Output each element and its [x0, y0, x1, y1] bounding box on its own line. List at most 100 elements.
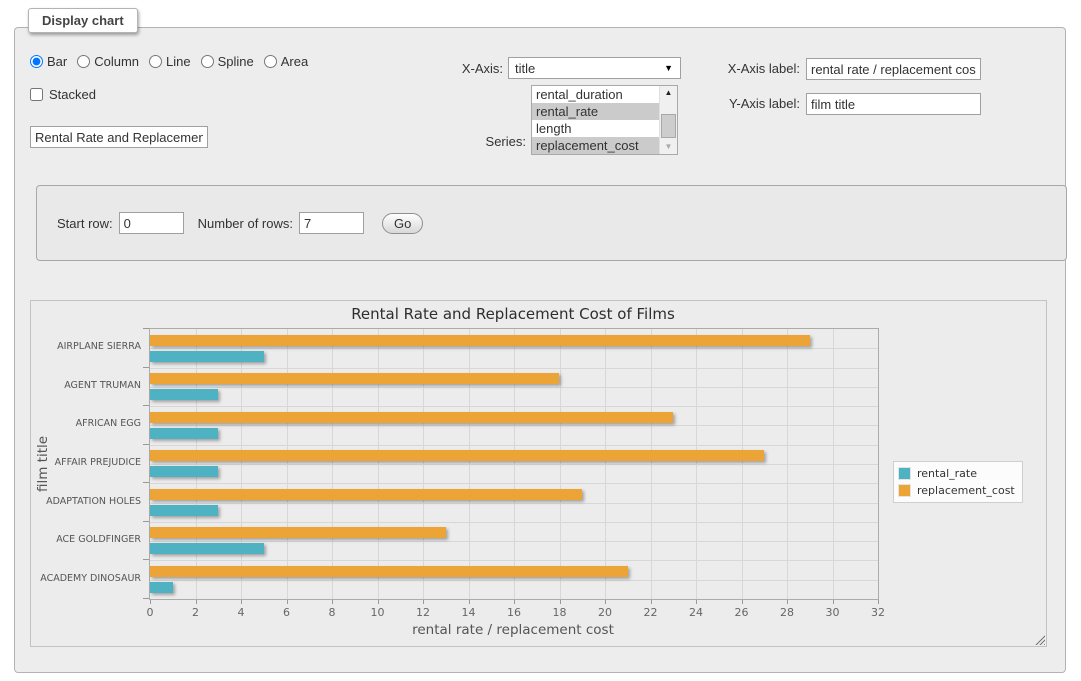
horizontal-gridline: [150, 406, 878, 407]
y-axis-tick: [143, 328, 149, 329]
horizontal-gridline: [150, 368, 878, 369]
series-select-label: Series:: [426, 133, 526, 150]
chart-type-option-spline[interactable]: Spline: [201, 54, 254, 69]
series-multiselect[interactable]: rental_durationrental_ratelengthreplacem…: [531, 85, 678, 155]
series-options-container: rental_durationrental_ratelengthreplacem…: [532, 86, 677, 154]
chart-type-radio-bar[interactable]: [30, 55, 43, 68]
x-axis-tick-label: 18: [553, 606, 567, 619]
y-axis-label-caption: Y-Axis label:: [705, 92, 800, 116]
horizontal-gridline: [150, 503, 878, 504]
x-axis-tick-label: 32: [871, 606, 885, 619]
bar-replacement_cost: [150, 373, 559, 384]
x-axis-selected-value: title: [515, 61, 535, 76]
x-axis-tick-label: 12: [416, 606, 430, 619]
y-axis-tick: [143, 367, 149, 368]
x-axis-select[interactable]: title ▼: [508, 57, 681, 79]
x-axis-tick: [651, 600, 652, 604]
x-axis-tick: [423, 600, 424, 604]
x-axis-tick-label: 24: [689, 606, 703, 619]
chart-plot-area: [149, 328, 879, 600]
y-axis-tick: [143, 482, 149, 483]
x-axis-tick: [196, 600, 197, 604]
x-axis-tick-label: 10: [371, 606, 385, 619]
category-label: ACADEMY DINOSAUR: [40, 573, 141, 585]
x-axis-tick: [287, 600, 288, 604]
series-option-rental_duration[interactable]: rental_duration: [532, 86, 660, 103]
x-axis-tick: [378, 600, 379, 604]
fieldset-legend: Display chart: [28, 8, 138, 33]
start-row-input[interactable]: [119, 212, 184, 234]
scroll-up-icon[interactable]: ▲: [660, 86, 677, 100]
y-axis-tick: [143, 598, 149, 599]
chart-type-option-line[interactable]: Line: [149, 54, 191, 69]
legend-item-replacement_cost: replacement_cost: [898, 482, 1015, 499]
series-option-length[interactable]: length: [532, 120, 660, 137]
stacked-checkbox[interactable]: [30, 88, 43, 101]
y-axis-label-input[interactable]: [806, 93, 981, 115]
horizontal-gridline: [150, 348, 878, 349]
category-label: AFRICAN EGG: [76, 418, 141, 430]
bar-rental_rate: [150, 466, 218, 477]
legend-item-rental_rate: rental_rate: [898, 465, 1015, 482]
x-axis-tick: [332, 600, 333, 604]
go-button[interactable]: Go: [382, 213, 423, 234]
legend-swatch: [898, 467, 911, 480]
series-scrollbar[interactable]: ▲ ▼: [659, 86, 677, 154]
scrollbar-thumb[interactable]: [661, 114, 676, 138]
chart-title-input[interactable]: [30, 126, 208, 148]
x-axis-tick-label: 0: [147, 606, 154, 619]
horizontal-gridline: [150, 464, 878, 465]
chart-type-option-bar[interactable]: Bar: [30, 54, 67, 69]
bar-replacement_cost: [150, 335, 810, 346]
stacked-checkbox-row[interactable]: Stacked: [30, 87, 96, 102]
series-option-replacement_cost[interactable]: replacement_cost: [532, 137, 660, 154]
chart-type-radio-line[interactable]: [149, 55, 162, 68]
y-axis-tick: [143, 405, 149, 406]
series-option-rental_rate[interactable]: rental_rate: [532, 103, 660, 120]
chart-type-radio-area[interactable]: [264, 55, 277, 68]
chart-type-option-area[interactable]: Area: [264, 54, 308, 69]
chart-type-options: Bar Column Line Spline Area: [30, 54, 318, 69]
bar-replacement_cost: [150, 450, 764, 461]
x-axis-tick: [833, 600, 834, 604]
horizontal-gridline: [150, 483, 878, 484]
chart-type-radio-column[interactable]: [77, 55, 90, 68]
legend-label: replacement_cost: [917, 484, 1015, 497]
legend-label: rental_rate: [917, 467, 977, 480]
y-axis-tick: [143, 521, 149, 522]
bar-rental_rate: [150, 428, 218, 439]
start-row-label: Start row:: [57, 216, 113, 231]
chart-type-option-column[interactable]: Column: [77, 54, 139, 69]
x-axis-tick-label: 8: [329, 606, 336, 619]
rows-panel: Start row: Number of rows: Go: [36, 185, 1067, 261]
x-axis-tick: [742, 600, 743, 604]
horizontal-gridline: [150, 560, 878, 561]
x-axis-tick: [696, 600, 697, 604]
bar-replacement_cost: [150, 489, 582, 500]
y-axis-tick: [143, 444, 149, 445]
category-label: AFFAIR PREJUDICE: [55, 457, 141, 469]
chart-legend: rental_rate replacement_cost: [893, 461, 1023, 503]
x-axis-tick: [514, 600, 515, 604]
x-axis-tick-label: 6: [283, 606, 290, 619]
chart-type-radio-label: Spline: [218, 54, 254, 69]
resize-handle-icon[interactable]: [1034, 634, 1045, 645]
legend-swatch: [898, 484, 911, 497]
x-axis-tick-label: 4: [238, 606, 245, 619]
chart-type-radio-spline[interactable]: [201, 55, 214, 68]
x-axis-tick: [787, 600, 788, 604]
category-label: AIRPLANE SIERRA: [57, 341, 141, 353]
x-axis-tick: [241, 600, 242, 604]
num-rows-input[interactable]: [299, 212, 364, 234]
x-axis-tick: [150, 600, 151, 604]
bar-replacement_cost: [150, 566, 628, 577]
bar-replacement_cost: [150, 412, 673, 423]
x-axis-select-label: X-Axis:: [420, 57, 503, 81]
scroll-down-icon[interactable]: ▼: [660, 140, 677, 154]
chart-title: Rental Rate and Replacement Cost of Film…: [149, 305, 877, 323]
chart-type-radio-label: Bar: [47, 54, 67, 69]
x-axis-tick-label: 30: [826, 606, 840, 619]
x-axis-label-input[interactable]: [806, 58, 981, 80]
bar-rental_rate: [150, 582, 173, 593]
y-axis-tick: [143, 559, 149, 560]
